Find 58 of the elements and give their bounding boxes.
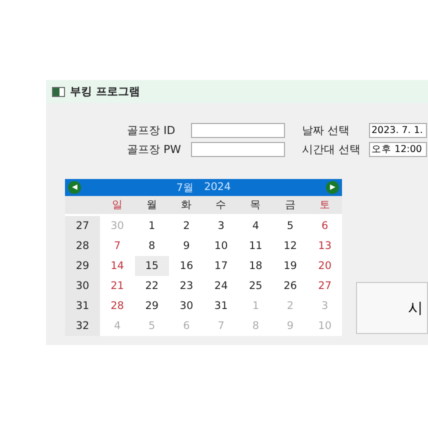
day-cell[interactable]: 24 — [204, 276, 238, 296]
day-cell[interactable]: 11 — [238, 236, 273, 256]
day-cell[interactable]: 23 — [169, 276, 204, 296]
day-cell[interactable]: 20 — [308, 256, 342, 276]
day-cell[interactable]: 26 — [272, 276, 308, 296]
day-cell[interactable]: 29 — [134, 296, 170, 316]
calendar-corner — [65, 196, 100, 214]
week-number: 27 — [65, 216, 100, 236]
day-cell[interactable]: 4 — [238, 216, 273, 236]
week-number: 28 — [65, 236, 100, 256]
day-cell[interactable]: 14 — [100, 256, 135, 276]
weekday-label: 목 — [238, 196, 273, 214]
day-cell[interactable]: 31 — [204, 296, 238, 316]
day-cell[interactable]: 8 — [134, 236, 170, 256]
action-button[interactable]: 시 — [356, 282, 428, 334]
input-field[interactable]: 2023. 7. 1. — [368, 123, 427, 138]
week-number: 32 — [65, 316, 100, 336]
weekday-label: 화 — [169, 196, 204, 214]
day-cell[interactable]: 9 — [169, 236, 204, 256]
weekday-label: 일 — [100, 196, 135, 214]
day-cell[interactable]: 10 — [204, 236, 238, 256]
app-icon — [52, 86, 65, 96]
year-label[interactable]: 2024 — [204, 180, 231, 194]
day-cell[interactable]: 2 — [169, 216, 204, 236]
day-cell[interactable]: 30 — [169, 296, 204, 316]
window-title: 부킹 프로그램 — [70, 84, 140, 99]
day-cell[interactable]: 16 — [169, 256, 204, 276]
field-label: 날짜 선택 — [302, 123, 351, 138]
weekday-label: 수 — [204, 196, 238, 214]
day-cell[interactable]: 28 — [100, 296, 135, 316]
day-cell[interactable]: 17 — [204, 256, 238, 276]
input-field[interactable] — [191, 123, 286, 138]
day-cell[interactable]: 12 — [272, 236, 308, 256]
field-label: 골프장 ID — [127, 123, 176, 138]
day-cell[interactable]: 21 — [100, 276, 135, 296]
day-cell[interactable]: 22 — [134, 276, 170, 296]
month-dropdown[interactable]: 7월 — [176, 180, 194, 194]
day-cell[interactable]: 18 — [238, 256, 273, 276]
day-cell[interactable]: 15 — [134, 256, 170, 276]
day-cell[interactable]: 13 — [308, 236, 342, 256]
field-label: 시간대 선택 — [302, 142, 361, 157]
day-cell[interactable]: 25 — [238, 276, 273, 296]
field-label: 골프장 PW — [127, 142, 182, 157]
input-field[interactable]: 오후 12:00 — [368, 142, 427, 157]
week-number: 29 — [65, 256, 100, 276]
weekday-label: 월 — [134, 196, 170, 214]
day-cell[interactable]: 7 — [100, 236, 135, 256]
day-cell[interactable]: 3 — [204, 216, 238, 236]
weekday-label: 금 — [272, 196, 308, 214]
day-cell[interactable]: 19 — [272, 256, 308, 276]
day-cell[interactable]: 1 — [134, 216, 170, 236]
weekday-label: 토 — [308, 196, 342, 214]
day-cell[interactable]: 6 — [308, 216, 342, 236]
input-field[interactable] — [191, 142, 286, 157]
week-number: 30 — [65, 276, 100, 296]
day-cell[interactable]: 27 — [308, 276, 342, 296]
day-cell[interactable]: 5 — [272, 216, 308, 236]
week-number: 31 — [65, 296, 100, 316]
